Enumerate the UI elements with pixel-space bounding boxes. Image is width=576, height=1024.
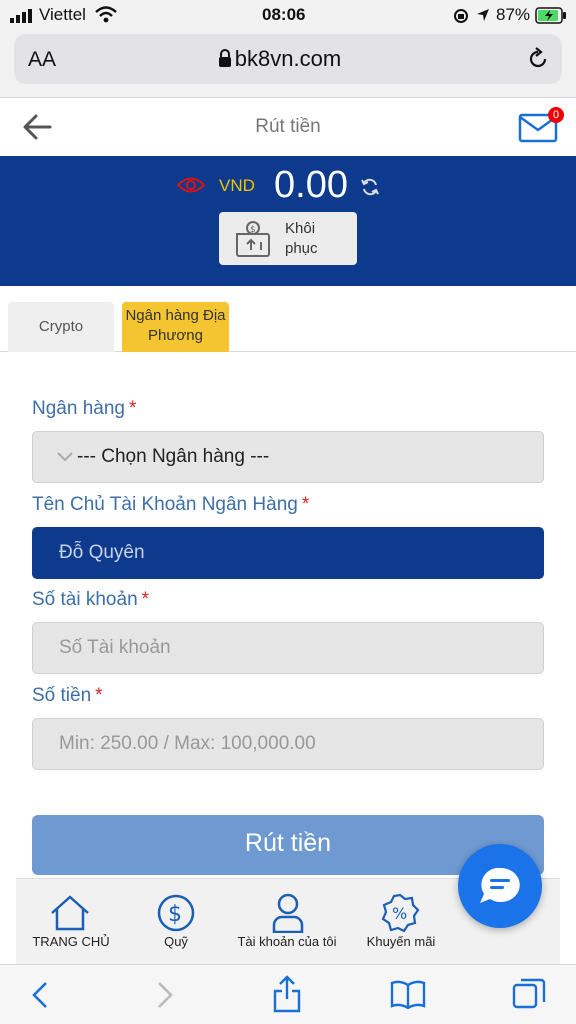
balance-amount: 0.00 — [274, 164, 348, 206]
url-text[interactable]: bk8vn.com — [14, 46, 562, 72]
withdraw-button-label: Rút tiền — [244, 829, 332, 857]
bank-select-value: --- Chọn Ngân hàng --- — [77, 446, 270, 467]
required-mark: * — [301, 494, 310, 515]
mail-button[interactable]: 0 — [518, 107, 566, 148]
tab-local-bank[interactable]: Ngân hàng Địa Phương — [122, 302, 229, 352]
tab-crypto[interactable]: Crypto — [8, 302, 114, 352]
account-number-field[interactable]: Số Tài khoản — [32, 622, 544, 674]
amount-field[interactable]: Min: 250.00 / Max: 100,000.00 — [32, 718, 544, 770]
nav-promotions-label: Khuyến mãi — [366, 934, 436, 949]
signal-icon — [10, 9, 32, 23]
refresh-icon[interactable] — [360, 177, 380, 197]
nav-my-account-label: Tài khoản của tôi — [237, 934, 337, 949]
bank-label: Ngân hàng * — [32, 398, 137, 419]
wallet-icon: $ — [236, 221, 270, 257]
address-bar[interactable]: AA bk8vn.com — [14, 34, 562, 84]
nav-promotions[interactable]: % Khuyến mãi — [346, 879, 456, 965]
back-icon[interactable] — [30, 981, 50, 1009]
restore-button[interactable]: $ Khôi phục — [219, 212, 357, 265]
holder-name-value: Đỗ Quyên — [59, 542, 145, 563]
required-mark: * — [141, 589, 150, 610]
eye-icon[interactable] — [177, 176, 205, 194]
restore-label: Khôi phục — [285, 220, 318, 257]
forward-icon[interactable] — [155, 981, 175, 1009]
required-mark: * — [128, 398, 137, 419]
chevron-down-icon — [57, 452, 73, 462]
lock-icon — [219, 49, 231, 67]
orientation-lock-icon — [454, 9, 468, 23]
nav-home-label: TRANG CHỦ — [32, 934, 110, 949]
chat-bubble-icon — [480, 867, 520, 903]
location-icon — [477, 9, 489, 21]
amount-placeholder: Min: 250.00 / Max: 100,000.00 — [59, 733, 316, 754]
svg-text:$: $ — [250, 225, 256, 235]
nav-fund[interactable]: $ Quỹ — [121, 879, 231, 965]
browser-address-area: AA bk8vn.com — [0, 30, 576, 98]
browser-toolbar — [0, 964, 576, 1024]
page-header: Rút tiền 0 — [0, 98, 576, 156]
chat-button[interactable] — [458, 844, 542, 928]
mail-badge: 0 — [548, 107, 564, 123]
nav-fund-label: Quỹ — [164, 934, 188, 949]
amount-label: Số tiền * — [32, 685, 103, 706]
svg-text:%: % — [392, 904, 407, 923]
dollar-icon: $ — [157, 894, 195, 932]
percent-badge-icon: % — [381, 893, 420, 933]
svg-text:$: $ — [168, 902, 182, 927]
bookmarks-icon[interactable] — [390, 979, 426, 1009]
clock: 08:06 — [262, 5, 306, 24]
status-bar: Viettel 08:06 87% — [0, 0, 576, 30]
required-mark: * — [95, 685, 103, 706]
page-title: Rút tiền — [255, 116, 321, 137]
currency-label: VND — [219, 176, 255, 195]
reload-icon[interactable] — [526, 47, 550, 71]
account-number-placeholder: Số Tài khoản — [59, 637, 171, 658]
home-icon — [51, 895, 89, 931]
account-number-label: Số tài khoản * — [32, 589, 150, 610]
battery-percent: 87% — [496, 5, 531, 24]
carrier-name: Viettel — [39, 5, 86, 24]
user-icon — [272, 893, 304, 933]
nav-my-account[interactable]: Tài khoản của tôi — [232, 879, 342, 965]
nav-home[interactable]: TRANG CHỦ — [16, 879, 126, 965]
battery-icon — [535, 7, 566, 24]
bank-select[interactable]: --- Chọn Ngân hàng --- — [32, 431, 544, 483]
wifi-icon — [95, 6, 117, 23]
holder-name-field[interactable]: Đỗ Quyên — [32, 527, 544, 579]
share-icon[interactable] — [272, 975, 302, 1013]
balance-panel: VND 0.00 $ Khôi phục — [0, 156, 576, 286]
tabs-icon[interactable] — [512, 977, 546, 1011]
payment-tabs: Crypto Ngân hàng Địa Phương — [0, 286, 576, 352]
holder-label: Tên Chủ Tài Khoản Ngân Hàng * — [32, 494, 310, 515]
